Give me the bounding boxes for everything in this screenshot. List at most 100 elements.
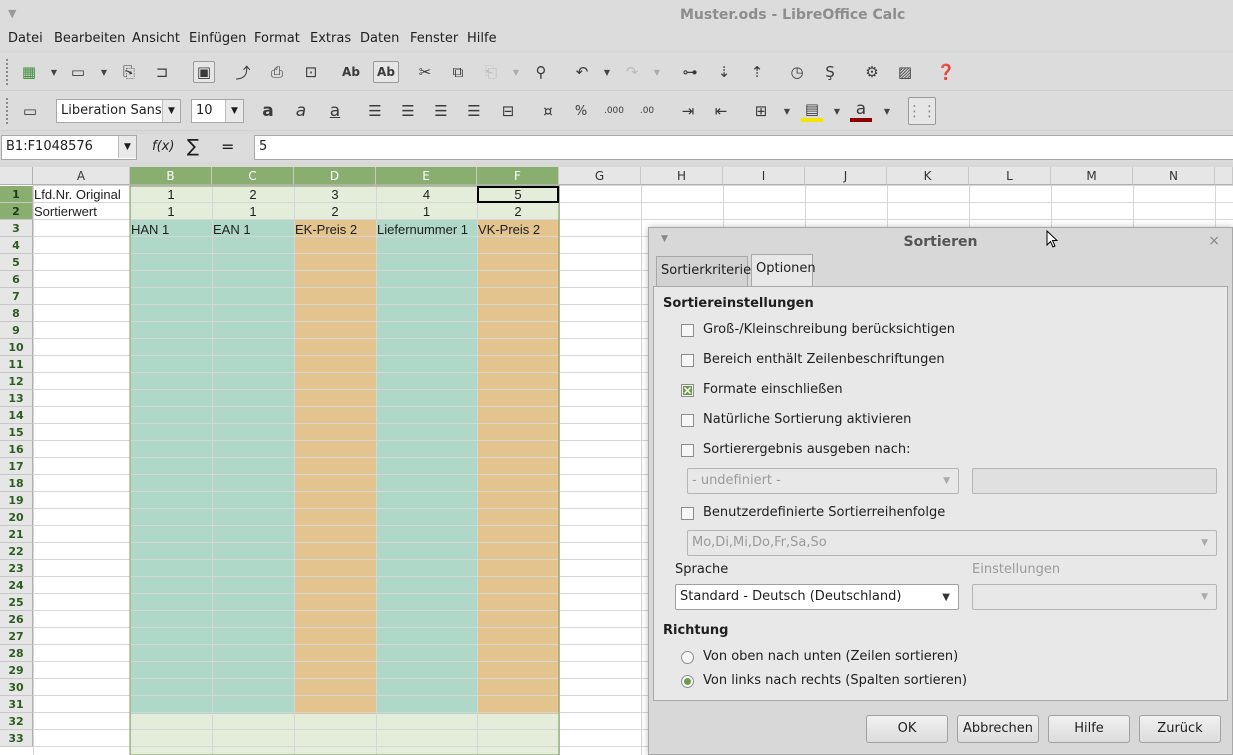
- undo-dropdown-icon[interactable]: ▼: [603, 61, 611, 83]
- cell-f2[interactable]: 2: [477, 203, 559, 220]
- column-header-j[interactable]: J: [805, 167, 887, 185]
- row-header[interactable]: 29: [0, 662, 33, 679]
- cell-c3[interactable]: EAN 1: [213, 221, 293, 238]
- menu-format[interactable]: Format: [254, 31, 300, 46]
- reset-button[interactable]: Zurück: [1139, 715, 1221, 743]
- menu-hilfe[interactable]: Hilfe: [467, 31, 497, 46]
- custom-order-select[interactable]: Mo,Di,Mi,Do,Fr,Sa,So ▼: [687, 530, 1217, 556]
- row-header[interactable]: 25: [0, 594, 33, 611]
- row-header[interactable]: 26: [0, 611, 33, 628]
- cell-a2[interactable]: Sortierwert: [34, 203, 129, 220]
- borders-dropdown-icon[interactable]: ▼: [783, 100, 791, 122]
- row-header[interactable]: 2: [0, 203, 33, 220]
- track-changes-icon[interactable]: ◷: [786, 61, 808, 83]
- cell-c2[interactable]: 1: [212, 203, 294, 220]
- row-header[interactable]: 4: [0, 237, 33, 254]
- menu-datei[interactable]: Datei: [8, 31, 43, 46]
- menu-extras[interactable]: Extras: [310, 31, 351, 46]
- checkbox-custom-order[interactable]: [681, 507, 694, 520]
- row-header[interactable]: 30: [0, 679, 33, 696]
- name-box[interactable]: B1:F1048576 ▼: [1, 135, 137, 160]
- grid-lines-icon[interactable]: ⋮⋮: [907, 97, 937, 125]
- column-header-k[interactable]: K: [887, 167, 969, 185]
- toolbar-grip[interactable]: [6, 59, 9, 85]
- new-dropdown-icon[interactable]: ▼: [50, 61, 58, 83]
- row-header[interactable]: 6: [0, 271, 33, 288]
- font-color-icon[interactable]: a: [850, 99, 872, 122]
- output-target-select[interactable]: - undefiniert - ▼: [687, 468, 959, 494]
- paste-icon[interactable]: ⎗: [480, 61, 502, 83]
- row-header[interactable]: 17: [0, 458, 33, 475]
- settings-select[interactable]: ▼: [972, 584, 1217, 610]
- cell-e2[interactable]: 1: [376, 203, 477, 220]
- toolbar-grip[interactable]: [6, 98, 9, 124]
- checkbox-case-sensitive[interactable]: [681, 324, 694, 337]
- copy-icon[interactable]: ⧉: [447, 61, 469, 83]
- row-header[interactable]: 19: [0, 492, 33, 509]
- sidebar-icon[interactable]: ▭: [19, 100, 41, 122]
- column-header-i[interactable]: I: [723, 167, 805, 185]
- print-icon[interactable]: ⎙: [266, 61, 288, 83]
- checkbox-include-formats[interactable]: [681, 384, 694, 397]
- cell-b3[interactable]: HAN 1: [131, 221, 211, 238]
- underline-icon[interactable]: a: [324, 100, 346, 122]
- cell-a1[interactable]: Lfd.Nr. Original: [34, 186, 129, 203]
- print-preview-icon[interactable]: ⊡: [300, 61, 322, 83]
- delete-decimal-icon[interactable]: .00: [636, 100, 658, 122]
- tab-sortierkriterien[interactable]: Sortierkriterien: [656, 256, 759, 286]
- column-header-e[interactable]: E: [376, 167, 477, 185]
- menu-fenster[interactable]: Fenster: [410, 31, 458, 46]
- row-header[interactable]: 21: [0, 526, 33, 543]
- row-header[interactable]: 27: [0, 628, 33, 645]
- row-header[interactable]: 18: [0, 475, 33, 492]
- row-header[interactable]: 22: [0, 543, 33, 560]
- row-header[interactable]: 5: [0, 254, 33, 271]
- column-header-h[interactable]: H: [641, 167, 723, 185]
- sort-ascending-icon[interactable]: ⇣: [713, 61, 735, 83]
- column-header-o[interactable]: [1215, 167, 1233, 185]
- column-header-d[interactable]: D: [294, 167, 376, 185]
- column-header-l[interactable]: L: [969, 167, 1051, 185]
- row-header[interactable]: 8: [0, 305, 33, 322]
- background-color-icon[interactable]: ▤: [801, 100, 823, 122]
- row-header[interactable]: 13: [0, 390, 33, 407]
- row-header[interactable]: 3: [0, 220, 33, 237]
- output-target-input[interactable]: [972, 468, 1217, 494]
- redo-dropdown-icon[interactable]: ▼: [653, 61, 661, 83]
- row-header[interactable]: 23: [0, 560, 33, 577]
- align-center-icon[interactable]: ☰: [397, 100, 419, 122]
- row-header[interactable]: 10: [0, 339, 33, 356]
- cell-f1-cursor[interactable]: 5: [477, 186, 559, 203]
- tab-optionen[interactable]: Optionen: [751, 254, 816, 286]
- special-character-icon[interactable]: Ş: [819, 61, 841, 83]
- row-header[interactable]: 24: [0, 577, 33, 594]
- row-header[interactable]: 9: [0, 322, 33, 339]
- menu-daten[interactable]: Daten: [360, 31, 399, 46]
- window-menu-icon[interactable]: ▼: [8, 7, 16, 20]
- chevron-down-icon[interactable]: ▼: [118, 136, 136, 158]
- undo-icon[interactable]: ↶: [571, 61, 593, 83]
- cell-b1[interactable]: 1: [130, 186, 212, 203]
- checkbox-copy-results[interactable]: [681, 444, 694, 457]
- ok-button[interactable]: OK: [866, 715, 948, 743]
- sort-descending-icon[interactable]: ⇡: [746, 61, 768, 83]
- formula-input[interactable]: 5: [254, 135, 1233, 160]
- radio-left-to-right[interactable]: [681, 675, 694, 688]
- merge-cells-icon[interactable]: ⊟: [497, 100, 519, 122]
- column-header-f[interactable]: F: [477, 167, 559, 185]
- row-header[interactable]: 16: [0, 441, 33, 458]
- redo-icon[interactable]: ↷: [621, 61, 643, 83]
- row-header[interactable]: 20: [0, 509, 33, 526]
- chevron-down-icon[interactable]: ▼: [162, 100, 180, 122]
- column-header-b[interactable]: B: [130, 167, 212, 185]
- sum-icon[interactable]: ∑: [187, 136, 199, 157]
- close-icon[interactable]: ×: [1208, 233, 1220, 249]
- language-select[interactable]: Standard - Deutsch (Deutschland) ▼: [675, 584, 959, 610]
- menu-ansicht[interactable]: Ansicht: [132, 31, 180, 46]
- italic-icon[interactable]: a: [290, 100, 312, 122]
- font-name-combo[interactable]: Liberation Sans ▼: [56, 99, 181, 123]
- checkbox-range-labels[interactable]: [681, 354, 694, 367]
- decrease-indent-icon[interactable]: ⇤: [710, 100, 732, 122]
- help-icon[interactable]: ❓: [935, 61, 957, 83]
- cell-e3[interactable]: Liefernummer 1: [377, 221, 476, 238]
